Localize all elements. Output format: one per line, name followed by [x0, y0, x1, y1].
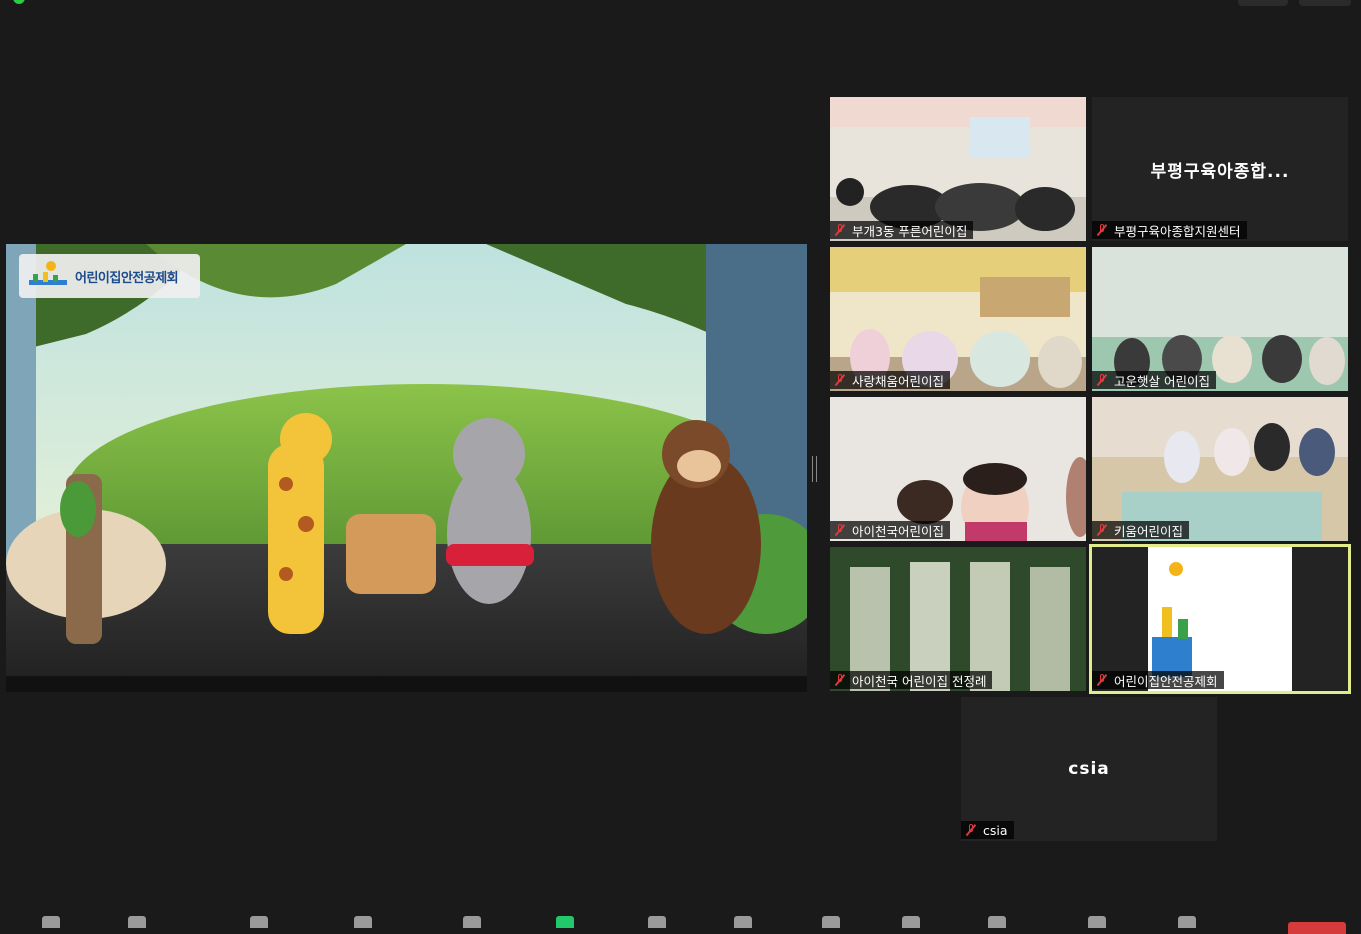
- participant-display-name: 부평구육아종합...: [1150, 161, 1290, 182]
- security-icon[interactable]: [250, 916, 268, 928]
- participant-name-label: 아이천국어린이집: [830, 521, 951, 539]
- shield-icon[interactable]: [13, 0, 25, 4]
- top-bar: [0, 0, 1361, 8]
- stage-scene-image: [6, 244, 807, 692]
- participant-video: [830, 547, 1086, 691]
- participant-name: 아이천국어린이집: [852, 523, 945, 539]
- participant-video: [830, 97, 1086, 241]
- mute-icon[interactable]: [42, 916, 60, 928]
- end-meeting-button[interactable]: [1288, 922, 1346, 934]
- gallery-resize-handle[interactable]: [812, 456, 817, 482]
- participant-name: csia: [983, 822, 1008, 838]
- participant-name: 어린이집안전공제회: [1114, 673, 1218, 689]
- mic-off-icon: [1096, 674, 1108, 686]
- participant-tile[interactable]: 사랑채움어린이집: [830, 247, 1086, 391]
- mic-off-icon: [834, 224, 846, 236]
- participant-name-label: csia: [961, 821, 1014, 839]
- mic-off-icon: [1096, 224, 1108, 236]
- participant-name: 사랑채움어린이집: [852, 373, 945, 389]
- mic-off-icon: [834, 524, 846, 536]
- participant-tile[interactable]: csia csia: [961, 697, 1217, 841]
- participant-video: [1092, 397, 1348, 541]
- participant-tile[interactable]: 고운햇살 어린이집: [1092, 247, 1348, 391]
- participants-icon[interactable]: [354, 916, 372, 928]
- participant-name-label: 키움어린이집: [1092, 521, 1190, 539]
- meeting-toolbar: [0, 908, 1361, 934]
- participant-name: 부평구육아종합지원센터: [1114, 223, 1241, 239]
- top-fullscreen-button[interactable]: [1299, 0, 1351, 6]
- more-icon[interactable]: [1178, 916, 1196, 928]
- participant-name-label: 아이천국 어린이집 전정례: [830, 671, 993, 689]
- ai-companion-icon[interactable]: [734, 916, 752, 928]
- stop-video-icon[interactable]: [128, 916, 146, 928]
- record-icon[interactable]: [648, 916, 666, 928]
- reactions-icon[interactable]: [822, 916, 840, 928]
- participant-name-label: 부개3동 푸른어린이집: [830, 221, 974, 239]
- logo-text: 어린이집안전공제회: [75, 270, 179, 286]
- mic-off-icon: [965, 824, 977, 836]
- mic-off-icon: [834, 674, 846, 686]
- mic-off-icon: [1096, 374, 1108, 386]
- participant-name-label: 사랑채움어린이집: [830, 371, 951, 389]
- whiteboard-icon[interactable]: [988, 916, 1006, 928]
- participant-name-label: 고운햇살 어린이집: [1092, 371, 1216, 389]
- participant-name: 부개3동 푸른어린이집: [852, 223, 968, 239]
- share-screen-icon[interactable]: [556, 916, 574, 928]
- participant-name-label: 어린이집안전공제회: [1092, 671, 1224, 689]
- participant-tile[interactable]: 키움어린이집: [1092, 397, 1348, 541]
- mic-off-icon: [834, 374, 846, 386]
- logo-badge: 어린이집안전공제회: [19, 254, 200, 298]
- chat-icon[interactable]: [463, 916, 481, 928]
- top-view-button[interactable]: [1238, 0, 1288, 6]
- participant-video: [830, 247, 1086, 391]
- participant-name-label: 부평구육아종합지원센터: [1092, 221, 1247, 239]
- participant-tile[interactable]: 부개3동 푸른어린이집: [830, 97, 1086, 241]
- participant-display-name: csia: [1068, 759, 1110, 779]
- apps-icon[interactable]: [902, 916, 920, 928]
- participant-tile[interactable]: 부평구육아종합... 부평구육아종합지원센터: [1092, 97, 1348, 241]
- logo-icon: [25, 258, 71, 294]
- participant-name: 아이천국 어린이집 전정례: [852, 673, 987, 689]
- participant-tile[interactable]: 아이천국어린이집: [830, 397, 1086, 541]
- participant-video: [830, 397, 1086, 541]
- participant-name: 고운햇살 어린이집: [1114, 373, 1210, 389]
- notes-icon[interactable]: [1088, 916, 1106, 928]
- active-speaker-tile[interactable]: 어린이집안전공제회: [1089, 544, 1351, 694]
- mic-off-icon: [1096, 524, 1108, 536]
- participant-video: [1092, 547, 1348, 691]
- shared-screen[interactable]: 어린이집안전공제회: [6, 244, 807, 692]
- participant-tile[interactable]: 아이천국 어린이집 전정례: [830, 547, 1086, 691]
- participant-video: [1092, 247, 1348, 391]
- participant-name: 키움어린이집: [1114, 523, 1184, 539]
